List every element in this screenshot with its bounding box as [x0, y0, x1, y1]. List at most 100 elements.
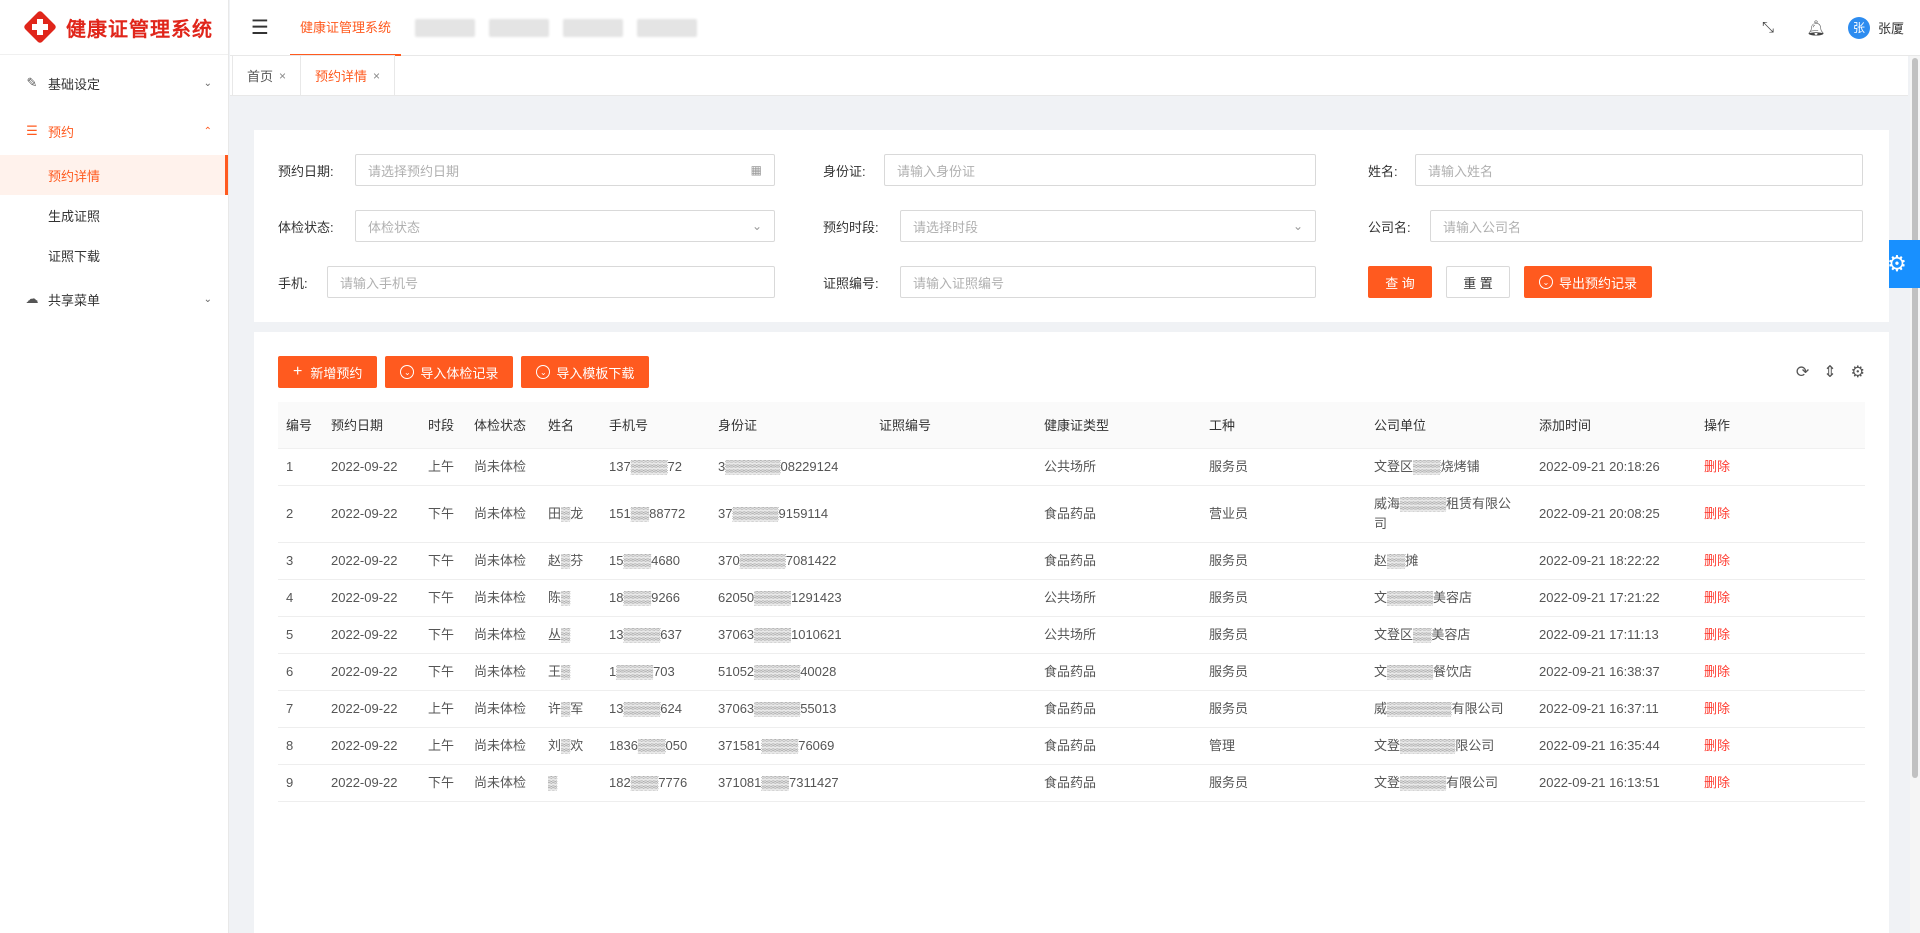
edit-icon: ✎ [26, 75, 38, 90]
column-header[interactable]: 健康证类型 [1036, 402, 1201, 449]
time-period: 下午 [420, 616, 466, 654]
company: 文登▒▒▒▒▒有限公司 [1366, 764, 1531, 802]
idcard-input[interactable]: 请输入身份证 [884, 154, 1316, 186]
table-row[interactable]: 8 2022-09-22 上午 尚未体检 刘▒欢 1836▒▒▒050 371581▒▒▒▒… [278, 727, 1865, 765]
table-row[interactable]: 7 2022-09-22 上午 尚未体检 许▒军 13▒▒▒▒624 37063▒▒▒▒▒5… [278, 690, 1865, 728]
filter-company: 公司名: 请输入公司名 [1368, 210, 1863, 242]
table-row[interactable]: 6 2022-09-22 下午 尚未体检 王▒ 1▒▒▒▒703 51052▒▒▒▒▒400… [278, 653, 1865, 691]
settings-icon[interactable]: ⚙ [1851, 362, 1865, 382]
delete-link[interactable]: 删除 [1696, 764, 1865, 802]
column-header[interactable]: 体检状态 [466, 402, 540, 449]
filter-label: 预约日期: [278, 163, 334, 179]
delete-link[interactable]: 删除 [1696, 690, 1865, 728]
cert-number [871, 727, 1036, 765]
add-appointment-button[interactable]: + 新增预约 [278, 356, 378, 388]
added-time: 2022-09-21 16:13:51 [1531, 764, 1696, 802]
cert-type: 公共场所 [1036, 448, 1201, 486]
delete-link[interactable]: 删除 [1696, 485, 1865, 543]
scrollbar-thumb[interactable] [1912, 58, 1918, 778]
column-header[interactable]: 预约日期 [323, 402, 420, 449]
export-records-button[interactable]: ⌄ 导出预约记录 [1524, 266, 1653, 298]
search-button[interactable]: 查 询 [1368, 266, 1432, 298]
name-input[interactable]: 请输入姓名 [1415, 154, 1863, 186]
cert-type: 食品药品 [1036, 764, 1201, 802]
sidebar-subitem-appointment-details[interactable]: 预约详情 [0, 155, 228, 195]
column-header[interactable]: 工种 [1201, 402, 1366, 449]
close-icon[interactable]: × [373, 69, 380, 83]
column-header[interactable]: 姓名 [540, 402, 601, 449]
column-header[interactable]: 操作 [1696, 402, 1865, 449]
table-row[interactable]: 3 2022-09-22 下午 尚未体检 赵▒芬 15▒▒▒4680 370▒▒▒▒▒708… [278, 542, 1865, 580]
sidebar-item-basic-settings[interactable]: ✎ 基础设定 ⌄ [0, 59, 228, 107]
sidebar-subitem-generate-cert[interactable]: 生成证照 [0, 195, 228, 235]
top-nav-tab-redacted[interactable] [415, 18, 476, 37]
row-number: 1 [278, 448, 323, 486]
button-label: 导入体检记录 [420, 365, 499, 381]
sidebar-menu: ✎ 基础设定 ⌄ ☰ 预约 ⌃ 预约详情 生成证照 证照下载 ☁ 共享菜单 ⌄ [0, 55, 228, 323]
table-row[interactable]: 2 2022-09-22 下午 尚未体检 田▒龙 151▒▒88772 37▒▒▒▒▒915… [278, 485, 1865, 543]
filter-label: 体检状态: [278, 219, 334, 235]
appointments-table: 编号 预约日期 时段 体检状态 姓名 手机号 身份证 证照编号 健康证类型 工种… [278, 402, 1865, 802]
vertical-scrollbar[interactable] [1910, 56, 1920, 933]
period-select[interactable]: 请选择时段 ⌄ [900, 210, 1316, 242]
person-name: 许▒军 [540, 690, 601, 728]
refresh-icon[interactable]: ⟳ [1796, 362, 1809, 382]
cert-number [871, 542, 1036, 580]
top-nav-tab-redacted[interactable] [563, 18, 624, 37]
column-header[interactable]: 身份证 [710, 402, 871, 449]
filter-panel: 预约日期: 请选择预约日期 ▦ 身份证: 请输入身份证 姓名: 请输入姓名 体检… [254, 130, 1889, 322]
delete-link[interactable]: 删除 [1696, 727, 1865, 765]
sidebar-item-appointment[interactable]: ☰ 预约 ⌃ [0, 107, 228, 155]
calendar-icon: ▦ [750, 163, 762, 177]
column-header[interactable]: 手机号 [601, 402, 710, 449]
sidebar-item-shared-menu[interactable]: ☁ 共享菜单 ⌄ [0, 275, 228, 323]
fullscreen-icon[interactable]: ⤡ [1744, 19, 1792, 36]
table-row[interactable]: 5 2022-09-22 下午 尚未体检 丛▒ 13▒▒▒▒637 37063▒▒▒▒101… [278, 616, 1865, 654]
bell-icon[interactable]: 🔔︎ [1792, 19, 1840, 37]
sidebar-subitem-cert-download[interactable]: 证照下载 [0, 235, 228, 275]
delete-link[interactable]: 删除 [1696, 542, 1865, 580]
row-number: 6 [278, 653, 323, 691]
cert-no-input[interactable]: 请输入证照编号 [900, 266, 1316, 298]
column-header[interactable]: 编号 [278, 402, 323, 449]
top-nav-tab-redacted[interactable] [637, 18, 698, 37]
placeholder: 请输入公司名 [1443, 219, 1522, 235]
close-icon[interactable]: × [279, 69, 286, 83]
top-nav-tab-active[interactable]: 健康证管理系统 [290, 0, 402, 56]
date-picker-input[interactable]: 请选择预约日期 ▦ [355, 154, 775, 186]
phone-input[interactable]: 请输入手机号 [327, 266, 775, 298]
table-row[interactable]: 4 2022-09-22 下午 尚未体检 陈▒ 18▒▒▒9266 62050▒▒▒▒129… [278, 579, 1865, 617]
column-header[interactable]: 时段 [420, 402, 466, 449]
import-exam-records-button[interactable]: ⌄ 导入体检记录 [385, 356, 514, 388]
table-row[interactable]: 1 2022-09-22 上午 尚未体检 137▒▒▒▒72 3▒▒▒▒▒▒0822912… [278, 448, 1865, 486]
reset-button[interactable]: 重 置 [1446, 266, 1510, 298]
column-height-icon[interactable]: ⇕ [1823, 362, 1836, 382]
column-header[interactable]: 公司单位 [1366, 402, 1531, 449]
time-period: 上午 [420, 690, 466, 728]
avatar[interactable]: 张 [1847, 16, 1870, 39]
person-name: 刘▒欢 [540, 727, 601, 765]
delete-link[interactable]: 删除 [1696, 616, 1865, 654]
user-name[interactable]: 张厦 [1878, 18, 1904, 37]
plus-icon: + [293, 363, 303, 380]
download-template-button[interactable]: ⌄ 导入模板下载 [521, 356, 650, 388]
tab-home[interactable]: 首页 × [232, 55, 302, 95]
filter-label: 证照编号: [823, 275, 879, 291]
company-input[interactable]: 请输入公司名 [1430, 210, 1863, 242]
delete-link[interactable]: 删除 [1696, 579, 1865, 617]
filter-idcard: 身份证: 请输入身份证 [823, 154, 1316, 186]
job-type: 服务员 [1201, 764, 1366, 802]
top-nav-tab-redacted[interactable] [489, 18, 550, 37]
delete-link[interactable]: 删除 [1696, 653, 1865, 691]
medical-cross-logo-icon [23, 10, 57, 44]
filter-label: 身份证: [823, 163, 866, 179]
menu-toggle-icon[interactable]: ☰ [230, 0, 290, 56]
column-header[interactable]: 添加时间 [1531, 402, 1696, 449]
id-card: 371581▒▒▒▒76069 [710, 727, 871, 765]
table-row[interactable]: 9 2022-09-22 下午 尚未体检 ▒ 182▒▒▒7776 371081▒▒▒731… [278, 764, 1865, 802]
person-name: ▒ [540, 764, 601, 802]
column-header[interactable]: 证照编号 [871, 402, 1036, 449]
delete-link[interactable]: 删除 [1696, 448, 1865, 486]
status-select[interactable]: 体检状态 ⌄ [355, 210, 775, 242]
tab-appointment-details[interactable]: 预约详情 × [300, 55, 396, 95]
